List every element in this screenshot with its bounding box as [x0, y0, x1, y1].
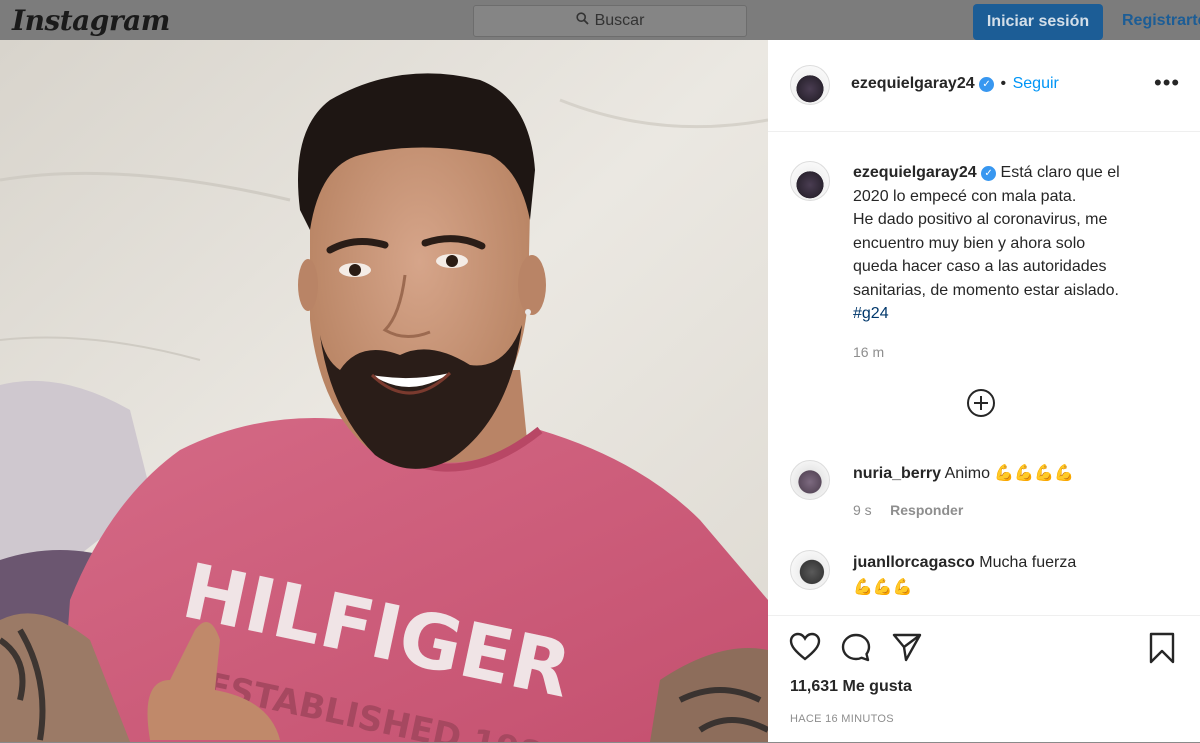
load-more-comments-icon[interactable] [967, 389, 995, 417]
post-photo[interactable]: HILFIGER ESTABLISHED 1985 [0, 40, 768, 742]
author-avatar[interactable] [790, 65, 830, 105]
comment-username[interactable]: juanllorcagasco [853, 554, 975, 571]
commenter-avatar[interactable] [790, 460, 830, 500]
reply-button[interactable]: Responder [890, 502, 963, 518]
top-navigation-bar: Instagram Buscar Iniciar sesión Registra… [0, 0, 1200, 40]
caption-timestamp: 16 m [853, 343, 885, 360]
instagram-logo[interactable]: Instagram [12, 4, 170, 37]
like-heart-icon[interactable] [789, 632, 821, 667]
flexed-biceps-emoji-icon: 💪💪💪 [853, 577, 913, 596]
comment-text: Animo [944, 465, 990, 482]
author-username[interactable]: ezequielgaray24 [851, 75, 975, 92]
caption-line: queda hacer caso a las autoridades [853, 258, 1107, 275]
verified-badge-icon: ✓ [981, 166, 997, 181]
comment-username[interactable]: nuria_berry [853, 465, 941, 482]
more-options-icon[interactable]: ••• [1154, 70, 1180, 96]
caption-line: 2020 lo empecé con mala pata. [853, 187, 1077, 205]
save-bookmark-icon[interactable] [1148, 632, 1176, 669]
follow-button[interactable]: Seguir [1013, 75, 1059, 92]
commenter-avatar[interactable] [790, 550, 830, 590]
dot-separator: • [1000, 75, 1007, 92]
verified-badge-icon: ✓ [979, 77, 995, 92]
search-icon [575, 12, 589, 30]
post-time-ago: HACE 16 MINUTOS [790, 713, 894, 725]
login-button[interactable]: Iniciar sesión [973, 4, 1103, 40]
comment-timestamp: 9 s [853, 502, 872, 518]
post-side-panel: ezequielgaray24 ✓ • Seguir ••• ezequielg… [768, 40, 1200, 742]
search-input[interactable]: Buscar [473, 5, 747, 37]
author-line: ezequielgaray24 ✓ • Seguir [851, 75, 1059, 93]
register-link[interactable]: Registrarte [1122, 12, 1200, 30]
caption-avatar[interactable] [790, 161, 830, 201]
post-header: ezequielgaray24 ✓ • Seguir ••• [768, 40, 1200, 132]
hashtag-link[interactable]: #g24 [853, 302, 1163, 326]
post-caption: ezequielgaray24 ✓ Está claro que el 2020… [853, 161, 1163, 364]
comment-item: juanllorcagasco Mucha fuerza 💪💪💪 [853, 551, 1173, 599]
comment-item: nuria_berry Animo 💪💪💪💪 9 s Responder [853, 461, 1173, 523]
search-placeholder: Buscar [594, 12, 645, 29]
post-actions: 11,631 Me gusta HACE 16 MINUTOS [768, 615, 1200, 743]
caption-line: encuentro muy bien y ahora solo [853, 234, 1086, 252]
selfie-image: HILFIGER ESTABLISHED 1985 [0, 40, 768, 742]
caption-username[interactable]: ezequielgaray24 [853, 164, 977, 181]
caption-line: He dado positivo al coronavirus, me [853, 211, 1108, 228]
caption-line: Está claro que el [1000, 164, 1120, 181]
share-send-icon[interactable] [892, 632, 922, 667]
comment-bubble-icon[interactable] [840, 632, 872, 667]
flexed-biceps-emoji-icon: 💪💪💪💪 [994, 463, 1075, 482]
comment-text: Mucha fuerza [979, 554, 1077, 571]
likes-count[interactable]: 11,631 Me gusta [790, 678, 912, 696]
caption-line: sanitarias, de momento estar aislado. [853, 281, 1119, 299]
